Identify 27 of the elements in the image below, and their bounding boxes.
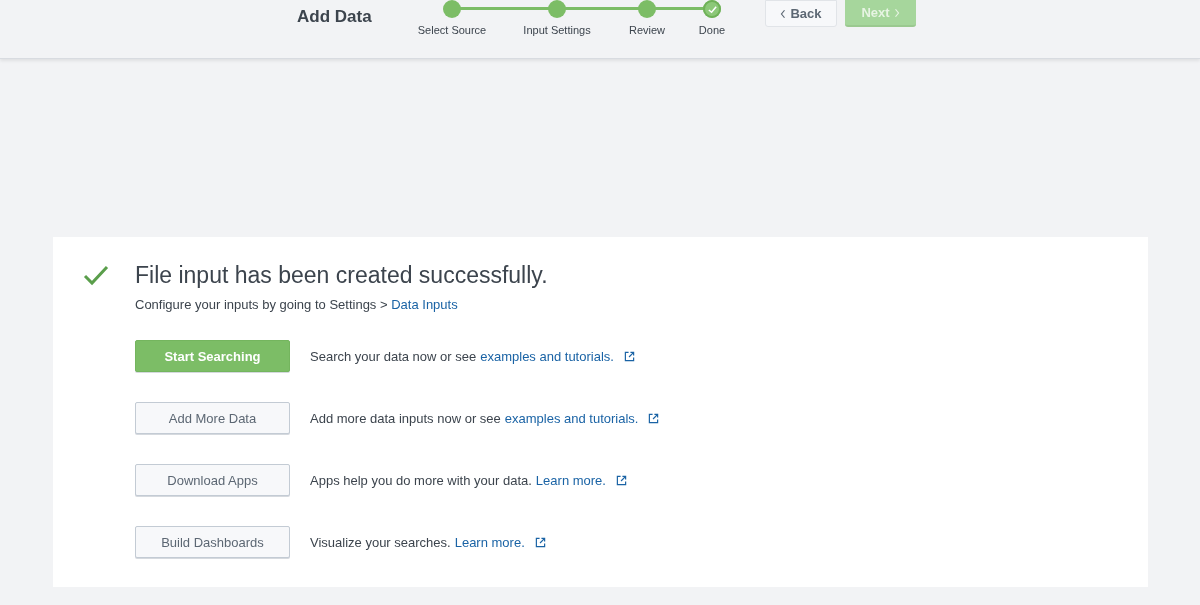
external-link-icon [615,474,627,486]
page-title: Add Data [297,7,373,27]
step-label: Review [628,24,666,36]
action-description: Search your data now or see [310,348,477,364]
learn-link[interactable]: examples and tutorials. [480,348,614,364]
action-button[interactable]: Download Apps [135,464,290,496]
external-link-icon [648,412,660,424]
step-label: Input Settings [523,24,591,36]
learn-link[interactable]: Learn more. [454,534,525,550]
step-label: Select Source [417,24,487,36]
action-button[interactable]: Add More Data [135,402,290,434]
external-link-icon [534,536,546,548]
learn-link[interactable]: Learn more. [535,472,606,488]
success-heading: File input has been created successfully. [135,262,549,289]
chevron-left-icon [780,8,787,19]
success-check-icon [83,265,109,287]
action-description: Apps help you do more with your data. [310,472,532,488]
back-button[interactable]: Back [765,0,837,27]
config-text: Configure your inputs by going to Settings > [135,297,388,312]
learn-link[interactable]: examples and tutorials. [504,410,639,426]
data-inputs-link[interactable]: Data Inputs [391,297,458,312]
chevron-right-icon [893,7,900,18]
step-label: Done [698,24,726,36]
action-description: Visualize your searches. [310,534,451,550]
external-link-icon [623,350,635,362]
action-button[interactable]: Build Dashboards [135,526,290,558]
action-description: Add more data inputs now or see [310,410,501,426]
